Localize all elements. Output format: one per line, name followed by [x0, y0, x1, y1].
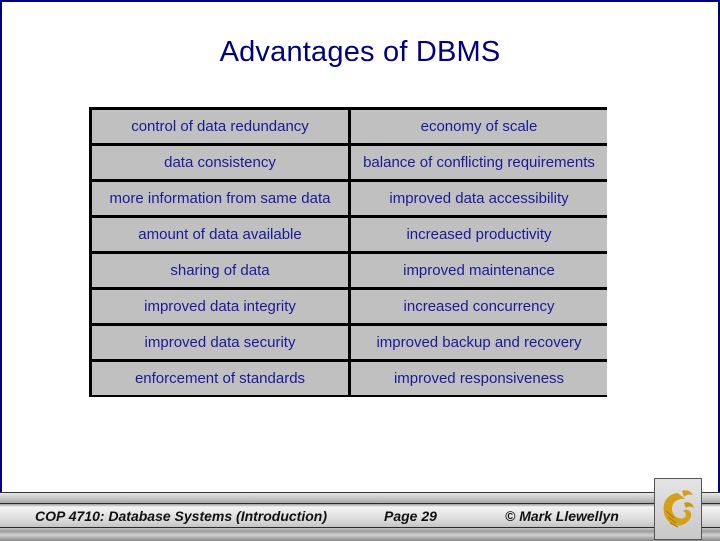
course-label: COP 4710: Database Systems (Introduction… — [35, 508, 328, 524]
slide-title: Advantages of DBMS — [219, 36, 501, 68]
table-cell: balance of conflicting requirements — [351, 146, 607, 179]
table-cell: improved data accessibility — [351, 182, 607, 215]
table-cell: amount of data available — [92, 218, 348, 251]
table-cell: more information from same data — [92, 182, 348, 215]
footer-divider — [0, 503, 720, 504]
page-number: Page 29 — [384, 508, 437, 524]
table-cell: increased concurrency — [351, 290, 607, 323]
table-cell: improved responsiveness — [351, 362, 607, 395]
table-cell: economy of scale — [351, 110, 607, 143]
table-cell: improved data security — [92, 326, 348, 359]
table-cell: data consistency — [92, 146, 348, 179]
table-cell: enforcement of standards — [92, 362, 348, 395]
copyright: © Mark Llewellyn — [505, 508, 619, 524]
table-cell: improved backup and recovery — [351, 326, 607, 359]
logo — [654, 478, 702, 540]
table-cell: control of data redundancy — [92, 110, 348, 143]
table-cell: improved maintenance — [351, 254, 607, 287]
table-cell: increased productivity — [351, 218, 607, 251]
table-cell: improved data integrity — [92, 290, 348, 323]
footer-divider — [0, 527, 720, 528]
pegasus-logo-icon — [663, 490, 694, 528]
table-cell: sharing of data — [92, 254, 348, 287]
advantages-table: control of data redundancy economy of sc… — [89, 107, 607, 397]
